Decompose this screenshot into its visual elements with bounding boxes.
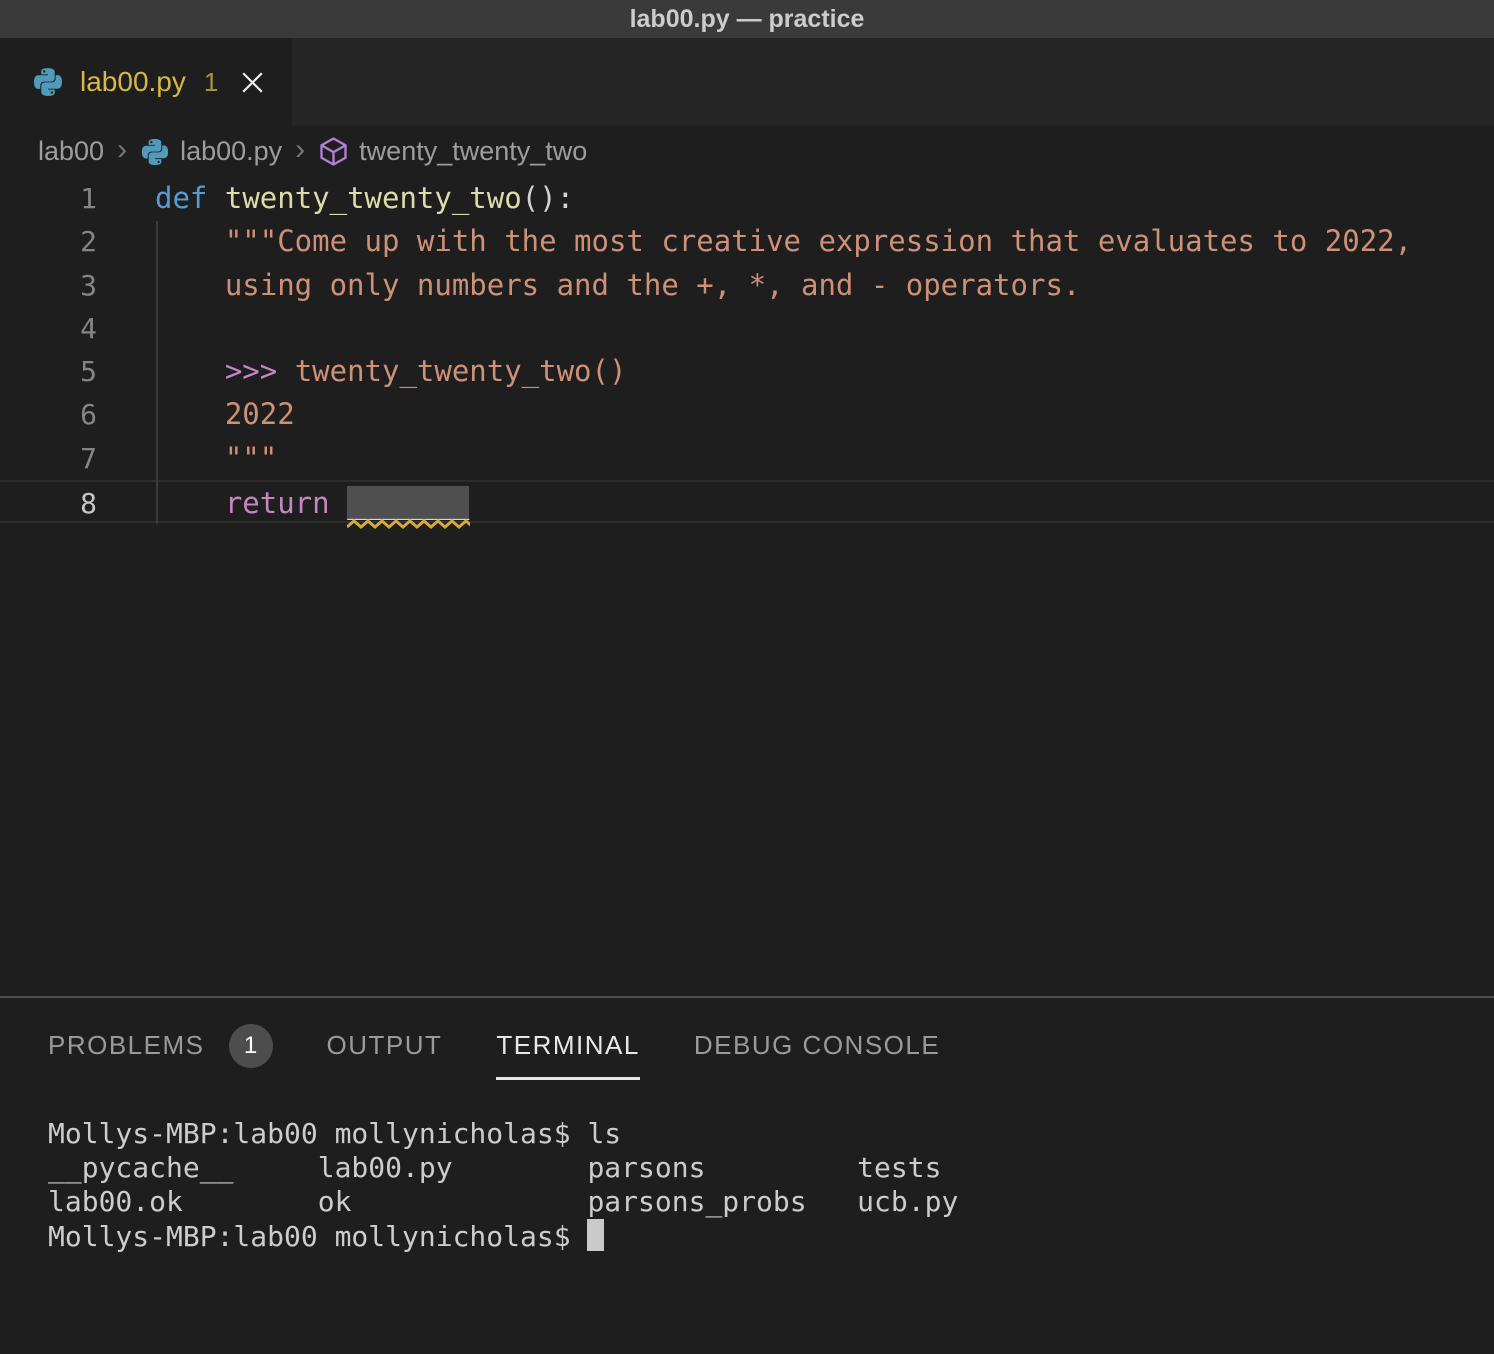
line-number: 5 (0, 350, 97, 393)
line-number: 7 (0, 437, 97, 480)
token-fn: twenty_twenty_two (225, 181, 522, 215)
tab-bar: lab00.py 1 (0, 38, 1494, 126)
panel-tab-problems[interactable]: PROBLEMS 1 (48, 998, 273, 1093)
return-placeholder-selection[interactable]: _______ (347, 482, 469, 525)
panel-tab-output[interactable]: OUTPUT (327, 998, 443, 1093)
panel-tab-label: OUTPUT (327, 998, 443, 1093)
code-line-text: >>> twenty_twenty_two() (155, 350, 626, 393)
token-plain (155, 354, 225, 388)
symbol-method-icon (318, 136, 349, 167)
chevron-right-icon: › (295, 133, 305, 167)
code-lines: 1def twenty_twenty_two():2 """Come up wi… (0, 177, 1494, 523)
code-line-4[interactable]: 4 (0, 307, 1494, 350)
token-ctrl: return (225, 486, 330, 520)
panel-tab-bar: PROBLEMS 1 OUTPUT TERMINAL DEBUG CONSOLE (0, 998, 1494, 1093)
code-line-7[interactable]: 7 """ (0, 437, 1494, 480)
python-icon (32, 66, 64, 98)
breadcrumb-folder[interactable]: lab00 (38, 136, 104, 167)
problems-count-badge: 1 (229, 1024, 273, 1068)
line-number: 4 (0, 307, 97, 350)
vscode-window: lab00.py — practice lab00.py 1 lab00 › (0, 0, 1494, 1354)
token-plain (330, 486, 347, 520)
code-editor[interactable]: 1def twenty_twenty_two():2 """Come up wi… (0, 177, 1494, 996)
panel-tab-debug-console[interactable]: DEBUG CONSOLE (694, 998, 940, 1093)
token-str: twenty_twenty_two() (277, 354, 626, 388)
code-line-text: def twenty_twenty_two(): (155, 177, 574, 220)
token-plain (207, 181, 224, 215)
code-line-text: """Come up with the most creative expres… (155, 220, 1412, 263)
tab-lab00py[interactable]: lab00.py 1 (0, 38, 292, 126)
line-number: 2 (0, 220, 97, 263)
code-line-3[interactable]: 3 using only numbers and the +, *, and -… (0, 264, 1494, 307)
bottom-panel: PROBLEMS 1 OUTPUT TERMINAL DEBUG CONSOLE Mol… (0, 996, 1494, 1354)
token-str: """ (225, 441, 277, 475)
token-plain (155, 441, 225, 475)
titlebar: lab00.py — practice (0, 0, 1494, 38)
code-line-5[interactable]: 5 >>> twenty_twenty_two() (0, 350, 1494, 393)
tab-label: lab00.py (80, 66, 186, 98)
token-plain (155, 268, 225, 302)
token-plain (155, 397, 225, 431)
panel-tab-label: PROBLEMS (48, 998, 205, 1093)
line-number: 6 (0, 393, 97, 436)
terminal[interactable]: Mollys-MBP:lab00 mollynicholas$ ls __pyc… (0, 1093, 1494, 1254)
indent-guide (156, 221, 158, 524)
breadcrumb-file[interactable]: lab00.py (180, 136, 282, 167)
code-line-text: 2022 (155, 393, 295, 436)
panel-tab-terminal[interactable]: TERMINAL (496, 998, 639, 1093)
code-line-6[interactable]: 6 2022 (0, 393, 1494, 436)
code-line-text: """ (155, 437, 277, 480)
panel-tab-label: TERMINAL (496, 998, 639, 1093)
breadcrumb: lab00 › lab00.py › twenty_twenty_two (0, 126, 1494, 177)
terminal-output: Mollys-MBP:lab00 mollynicholas$ ls __pyc… (48, 1117, 1494, 1254)
code-line-text: using only numbers and the +, *, and - o… (155, 264, 1080, 307)
code-line-text: return _______ (155, 482, 469, 521)
python-icon (140, 137, 170, 167)
token-plain: (): (522, 181, 574, 215)
close-icon[interactable] (239, 69, 266, 96)
line-number: 3 (0, 264, 97, 307)
token-str: using only numbers and the +, *, and - o… (225, 268, 1081, 302)
chevron-right-icon: › (117, 133, 127, 167)
tab-problem-count: 1 (204, 67, 218, 98)
breadcrumb-symbol[interactable]: twenty_twenty_two (359, 136, 587, 167)
code-line-1[interactable]: 1 def twenty_twenty_two(): (0, 177, 1494, 220)
terminal-cursor (587, 1219, 604, 1251)
token-str: """Come up with the most creative expres… (225, 224, 1412, 258)
token-ctrl: >>> (225, 354, 277, 388)
token-plain (155, 486, 225, 520)
line-number: 1 (0, 177, 97, 220)
code-line-2[interactable]: 2 """Come up with the most creative expr… (0, 220, 1494, 263)
window-title: lab00.py — practice (630, 5, 865, 34)
code-line-8[interactable]: 8 return _______ (0, 480, 1494, 523)
line-number: 8 (0, 482, 97, 521)
panel-tab-label: DEBUG CONSOLE (694, 998, 940, 1093)
token-kw: def (155, 181, 207, 215)
token-str: 2022 (225, 397, 295, 431)
selected-text: _______ (347, 486, 469, 520)
token-plain (155, 224, 225, 258)
